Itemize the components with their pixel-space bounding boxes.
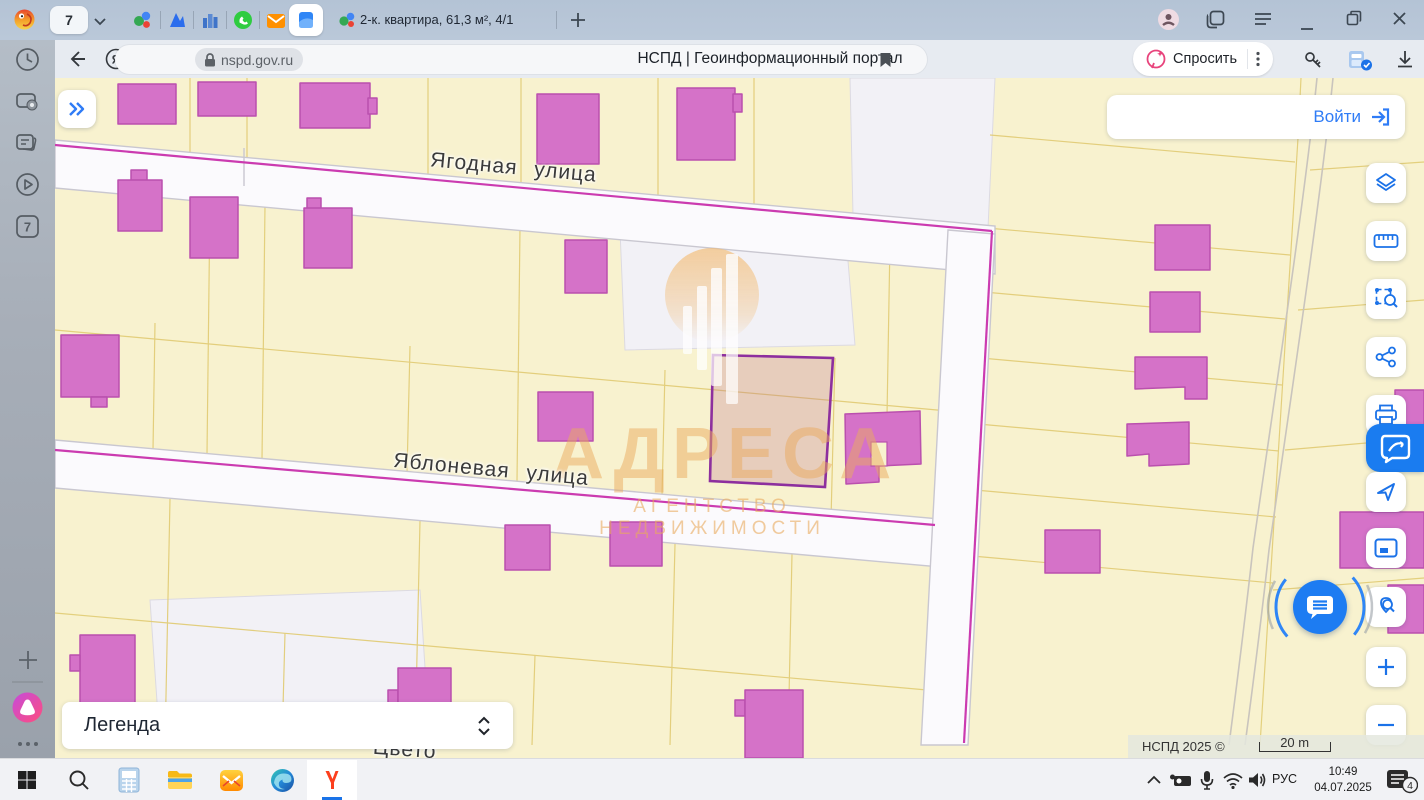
login-bar[interactable]: Войти [1107, 95, 1405, 139]
map-viewport[interactable]: АДРЕСА АГЕНТСТВО НЕДВИЖИМОСТИ Ягодная ул… [55, 78, 1424, 758]
language-indicator[interactable]: РУС [1272, 772, 1297, 786]
alice-chat-icon [1145, 48, 1167, 70]
print-icon [1374, 404, 1398, 426]
alice-button[interactable] [11, 691, 44, 729]
nspd-favicon [296, 10, 316, 30]
screenshot-icon[interactable] [14, 88, 41, 115]
address-bar[interactable]: nspd.gov.ru НСПД | Геоинформационный пор… [115, 45, 927, 74]
page-title: НСПД | Геоинформационный портал [500, 50, 1040, 68]
clock-time: 10:49 [1303, 764, 1383, 780]
minimize-button[interactable] [1300, 18, 1314, 36]
notification-badge: 4 [1407, 780, 1413, 792]
url-chip[interactable]: nspd.gov.ru [195, 48, 303, 71]
browser-window: 7 2-к. квартира, 61,3 м², 4/ [0, 0, 1424, 800]
tab-group-chevron-icon[interactable] [93, 14, 107, 32]
browser-toolbar: Я nspd.gov.ru НСПД | Геоинформационный п… [55, 40, 1424, 78]
ruler-button[interactable] [1366, 221, 1406, 261]
menu-icon[interactable] [1254, 12, 1272, 31]
location-arrow-icon [1375, 481, 1397, 503]
login-label: Войти [1313, 107, 1361, 127]
scale-bar: 20 m [1259, 742, 1331, 752]
url-text: nspd.gov.ru [221, 52, 293, 68]
lock-icon [203, 52, 217, 68]
whatsapp-icon[interactable] [233, 10, 253, 30]
maximize-button[interactable] [1346, 10, 1362, 31]
tab-group-counter[interactable]: 7 [50, 6, 88, 34]
history-icon[interactable] [14, 46, 41, 73]
minus-icon [1376, 722, 1396, 728]
avito-icon[interactable] [167, 10, 187, 30]
expand-panel-button[interactable] [58, 90, 96, 128]
passwords-key-icon[interactable] [1302, 49, 1324, 76]
add-panel-button[interactable] [14, 646, 41, 673]
articles-feed-icon[interactable] [14, 130, 41, 157]
area-search-icon [1373, 286, 1399, 312]
panel-divider [12, 681, 43, 683]
layers-icon [1374, 172, 1398, 194]
legend-collapse-icon[interactable] [477, 715, 491, 737]
cadastral-map[interactable] [55, 78, 1424, 758]
share-button[interactable] [1366, 337, 1406, 377]
tab-title[interactable]: 2-к. квартира, 61,3 м², 4/1 [360, 12, 538, 27]
tab-strip: 7 2-к. квартира, 61,3 м², 4/ [0, 0, 1424, 40]
layers-button[interactable] [1366, 163, 1406, 203]
map-attribution-bar: НСПД 2025 © 20 m [1128, 735, 1424, 758]
file-explorer-icon[interactable] [167, 767, 193, 793]
more-panels-icon[interactable] [14, 730, 41, 757]
login-icon [1369, 107, 1391, 127]
taskbar: РУС 10:49 04.07.2025 4 [0, 758, 1424, 800]
chat-button[interactable] [1293, 580, 1347, 634]
download-icon[interactable] [1395, 49, 1415, 74]
tray-chevron-icon[interactable] [1141, 767, 1167, 793]
taskbar-app-calc-icon[interactable] [116, 767, 142, 793]
double-chevron-right-icon [67, 101, 87, 117]
close-button[interactable] [1392, 11, 1407, 31]
browser-logo-icon[interactable] [13, 8, 36, 36]
assistant-bubble-icon [1378, 431, 1412, 465]
attribution-text: НСПД 2025 © [1128, 739, 1225, 754]
profile-avatar[interactable] [1157, 8, 1180, 36]
edge-icon[interactable] [269, 767, 295, 793]
taskbar-mail-icon[interactable] [218, 767, 244, 793]
legend-label: Легенда [84, 714, 160, 737]
taskbar-search-icon[interactable] [66, 767, 92, 793]
ask-label: Спросить [1173, 51, 1237, 67]
screenshot-tool-icon[interactable] [1347, 48, 1373, 77]
scale-label: 20 m [1260, 735, 1330, 750]
volume-icon[interactable] [1244, 767, 1270, 793]
clock-date: 04.07.2025 [1303, 780, 1383, 796]
share-icon [1375, 346, 1397, 368]
bookmark-icon[interactable] [879, 52, 892, 73]
browser-side-panel: 7 [0, 40, 55, 758]
building-notch [871, 442, 887, 466]
tray-device-icon[interactable] [1168, 767, 1194, 793]
city-buildings-icon[interactable] [200, 10, 220, 30]
mail-icon[interactable] [266, 11, 286, 31]
area-search-button[interactable] [1366, 279, 1406, 319]
ask-alice-button[interactable]: Спросить [1133, 42, 1273, 76]
browser-assistant-widget[interactable] [1366, 424, 1424, 472]
yandex-browser-taskbar-active[interactable] [307, 760, 357, 800]
ruler-icon [1373, 232, 1399, 250]
legend-panel[interactable]: Легенда [62, 702, 513, 749]
wifi-icon[interactable] [1220, 767, 1246, 793]
notifications-button[interactable]: 4 [1386, 768, 1418, 799]
ask-more-icon [1256, 51, 1260, 67]
new-tab-button[interactable] [570, 12, 586, 33]
chat-bubble-icon [1305, 593, 1335, 621]
start-button[interactable] [14, 767, 40, 793]
tab-favicon [338, 11, 356, 34]
svg-text:7: 7 [24, 220, 31, 235]
microphone-icon[interactable] [1194, 767, 1220, 793]
video-play-icon[interactable] [14, 171, 41, 198]
clock[interactable]: 10:49 04.07.2025 [1303, 764, 1383, 796]
active-pinned-tab-nspd[interactable] [289, 4, 323, 36]
side-panels-icon[interactable] [1206, 10, 1225, 34]
back-button[interactable] [67, 49, 87, 74]
google-services-icon[interactable] [132, 10, 152, 30]
seven-widget-icon[interactable]: 7 [14, 213, 41, 240]
my-location-button[interactable] [1366, 472, 1406, 512]
